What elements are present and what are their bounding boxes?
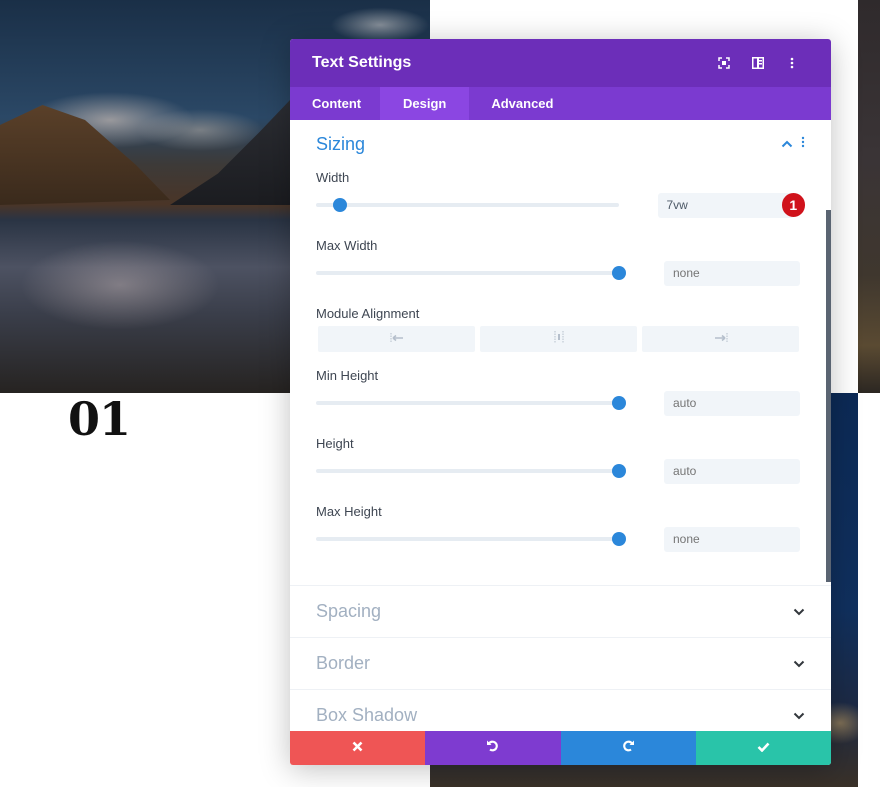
tab-bar: Content Design Advanced	[290, 87, 831, 120]
modal-title: Text Settings	[312, 54, 412, 71]
field-max-height: Max Height	[290, 502, 831, 556]
width-input[interactable]	[657, 192, 794, 218]
slider-track	[316, 401, 625, 405]
slider-handle[interactable]	[611, 532, 626, 546]
height-input[interactable]	[664, 458, 800, 484]
field-width: Width 1	[290, 168, 831, 222]
field-label: Width	[316, 170, 350, 185]
slider-track	[316, 537, 625, 541]
align-left-button[interactable]	[318, 326, 475, 352]
field-label: Height	[316, 436, 354, 451]
slider-handle[interactable]	[611, 464, 626, 478]
max-width-input[interactable]	[664, 260, 800, 286]
min-height-slider[interactable]	[316, 393, 626, 413]
modal-body: Sizing Width 7vw 1 Max Width none Module…	[290, 120, 831, 731]
sizing-section: Sizing Width 7vw 1 Max Width none Module…	[290, 120, 831, 585]
split-view-icon[interactable]	[741, 48, 775, 78]
slider-handle[interactable]	[333, 198, 348, 212]
field-max-width: Max Width	[290, 236, 831, 290]
more-options-icon[interactable]	[775, 48, 809, 78]
height-slider[interactable]	[316, 461, 626, 481]
save-button[interactable]	[695, 731, 831, 765]
section-title-box-shadow: Box Shadow	[316, 705, 418, 725]
tab-design[interactable]: Design	[380, 87, 470, 120]
sizing-section-header[interactable]: Sizing	[290, 120, 831, 168]
field-label: Min Height	[316, 368, 379, 383]
redo-icon	[622, 739, 635, 757]
close-icon	[352, 739, 363, 757]
slider-track	[316, 271, 625, 275]
tab-content[interactable]: Content	[290, 87, 380, 120]
text-settings-modal: Text Settings Content Design Advanced Si…	[290, 39, 831, 765]
check-icon	[757, 739, 770, 757]
modal-footer	[290, 731, 831, 765]
photo-hill-right	[170, 100, 290, 205]
section-options-icon[interactable]	[801, 135, 805, 153]
focus-icon[interactable]	[707, 48, 741, 78]
field-label: Max Width	[316, 238, 378, 253]
align-left-icon	[390, 330, 404, 348]
field-height: Height	[290, 434, 831, 488]
max-width-slider[interactable]	[316, 263, 626, 283]
palm-photo	[858, 0, 880, 393]
align-right-icon	[714, 330, 728, 348]
section-title-spacing: Spacing	[316, 601, 382, 621]
photo-reflection	[20, 240, 220, 330]
undo-icon	[486, 739, 499, 757]
section-border[interactable]: Border	[290, 637, 831, 689]
slider-track	[316, 203, 619, 207]
chevron-down-icon[interactable]	[793, 603, 805, 621]
align-right-button[interactable]	[642, 326, 799, 352]
tab-advanced[interactable]: Advanced	[469, 87, 575, 120]
step-badge: 1	[781, 193, 805, 217]
field-min-height: Min Height	[290, 366, 831, 420]
width-slider[interactable]	[316, 195, 619, 215]
scrollbar[interactable]	[826, 210, 831, 582]
section-title-border: Border	[316, 653, 371, 673]
modal-header[interactable]: Text Settings	[290, 39, 831, 87]
field-module-alignment: Module Alignment	[290, 304, 831, 352]
undo-button[interactable]	[425, 731, 561, 765]
min-height-input[interactable]	[664, 390, 800, 416]
photo-hill-left	[0, 105, 170, 205]
align-center-button[interactable]	[480, 326, 637, 352]
max-height-slider[interactable]	[316, 529, 626, 549]
redo-button[interactable]	[560, 731, 696, 765]
slider-track	[316, 469, 625, 473]
slider-handle[interactable]	[611, 396, 626, 410]
field-label: Max Height	[316, 504, 382, 519]
chevron-up-icon[interactable]	[781, 135, 793, 153]
max-height-input[interactable]	[664, 526, 800, 552]
field-label: Module Alignment	[316, 306, 420, 321]
chevron-down-icon[interactable]	[793, 655, 805, 673]
slider-handle[interactable]	[611, 266, 626, 280]
chevron-down-icon[interactable]	[793, 707, 805, 725]
section-box-shadow[interactable]: Box Shadow	[290, 689, 831, 731]
align-center-icon	[554, 330, 564, 348]
page-number-heading: 01	[68, 392, 131, 446]
cancel-button[interactable]	[290, 731, 426, 765]
section-spacing[interactable]: Spacing	[290, 585, 831, 637]
section-title-sizing: Sizing	[316, 133, 366, 154]
